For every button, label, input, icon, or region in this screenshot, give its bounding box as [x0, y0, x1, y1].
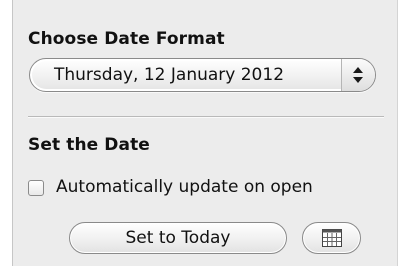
date-format-selected: Thursday, 12 January 2012	[54, 65, 285, 85]
date-format-popup[interactable]: Thursday, 12 January 2012	[29, 58, 376, 92]
set-to-today-label: Set to Today	[125, 228, 231, 248]
section-divider	[28, 116, 384, 117]
date-format-heading: Choose Date Format	[28, 29, 225, 49]
auto-update-checkbox[interactable]	[28, 180, 44, 196]
calendar-button[interactable]	[302, 222, 361, 254]
auto-update-label[interactable]: Automatically update on open	[56, 177, 313, 197]
calendar-icon	[322, 229, 342, 247]
set-date-heading: Set the Date	[28, 135, 150, 155]
popup-arrows-icon	[341, 59, 375, 91]
date-settings-panel: Choose Date Format Thursday, 12 January …	[12, 0, 398, 266]
set-to-today-button[interactable]: Set to Today	[69, 222, 287, 254]
